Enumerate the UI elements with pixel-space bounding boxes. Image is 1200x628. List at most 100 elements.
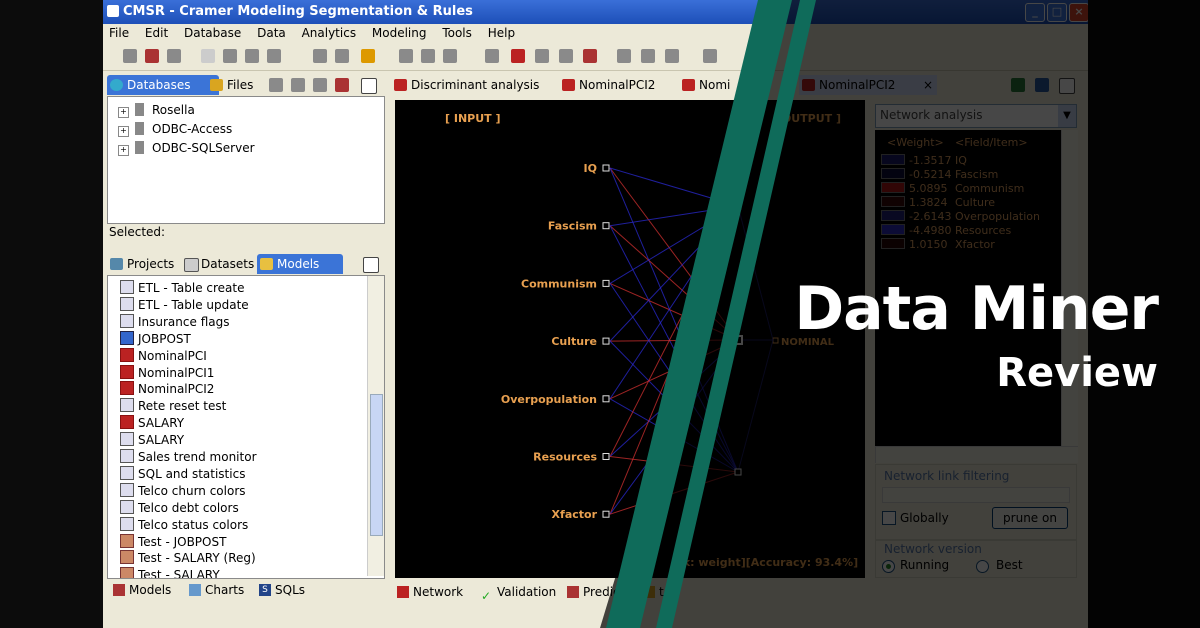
paste-icon[interactable] [267,49,281,63]
prune-button[interactable]: prune on [992,507,1068,529]
menu-file[interactable]: File [103,24,135,42]
scroll-thumb[interactable] [370,394,383,536]
tab-validation[interactable]: ✓ Validation [479,582,577,603]
input-node[interactable] [602,453,610,460]
model-list-item[interactable]: Telco churn colors [120,482,246,500]
model-list-item[interactable]: ETL - Table update [120,296,249,314]
close-tab-icon[interactable]: × [923,75,933,95]
menu-edit[interactable]: Edit [139,24,174,42]
input-node[interactable] [602,337,610,345]
help-icon[interactable] [363,257,379,273]
pencil-icon[interactable] [583,49,597,63]
menu-data[interactable]: Data [251,24,292,42]
input-node[interactable] [602,222,610,230]
model-list-item[interactable]: Telco debt colors [120,499,239,517]
minimize-icon[interactable]: _ [1025,3,1045,22]
hidden-node[interactable] [733,335,743,345]
save-icon[interactable] [123,49,137,63]
matrix-icon[interactable] [535,49,549,63]
tab-notes[interactable]: tes [641,582,709,602]
best-radio[interactable] [976,560,989,573]
expand-icon[interactable]: + [118,107,129,118]
tab-prediction[interactable]: Predic [565,582,643,602]
running-radio[interactable] [882,560,895,573]
db-icon[interactable] [313,49,327,63]
cut-icon[interactable] [223,49,237,63]
model-list-item[interactable]: ETL - Table create [120,280,245,297]
input-node[interactable] [602,395,610,403]
expand-icon[interactable]: + [118,126,129,137]
copy-icon[interactable] [245,49,259,63]
model-list-item[interactable]: SALARY [120,432,184,449]
model-list-item[interactable]: SALARY [120,415,184,432]
help-icon[interactable] [1059,78,1075,94]
new-icon[interactable] [201,49,215,63]
filter-slider[interactable] [882,487,1070,503]
help-icon[interactable] [361,78,377,94]
expand-icon[interactable]: + [118,145,129,156]
menu-help[interactable]: Help [482,24,521,42]
model-list-item[interactable]: NominalPCI [120,347,207,365]
tab-databases[interactable]: Databases [107,75,219,95]
chevron-down-icon[interactable]: ▼ [1058,105,1076,127]
tree-item[interactable]: + ODBC-SQLServer [118,141,255,156]
input-node[interactable] [602,279,610,287]
globally-checkbox[interactable] [882,511,896,525]
close-icon[interactable]: × [1069,3,1088,22]
model-list-item[interactable]: NominalPCI1 [120,364,214,382]
tab-discriminant[interactable]: Discriminant analysis [391,75,569,95]
tab-nominal[interactable]: Nomi [679,75,789,95]
model-list-item[interactable]: Test - JOBPOST [120,533,226,551]
folder-icon[interactable] [361,49,375,63]
tab-charts[interactable]: Charts [187,580,267,600]
model-list-item[interactable]: Telco status colors [120,516,248,534]
export-icon[interactable] [703,49,717,63]
model-list-item[interactable]: Test - SALARY [120,567,220,578]
tab-network[interactable]: Network [395,582,483,602]
menu-analytics[interactable]: Analytics [296,24,363,42]
edit-icon[interactable] [145,49,159,63]
tab-models-bottom[interactable]: Models [111,580,195,600]
rules-icon[interactable] [617,49,631,63]
edit-db-icon[interactable] [335,78,349,92]
model-list-item[interactable]: Test - SALARY (Reg) [120,550,256,567]
table-icon[interactable] [335,49,349,63]
menu-tools[interactable]: Tools [436,24,478,42]
model-list-item[interactable]: SQL and statistics [120,465,245,483]
scrollbar[interactable] [367,276,384,576]
maximize-icon[interactable]: □ [1047,3,1067,22]
tab-nominalpci2[interactable]: NominalPCI2 [559,75,689,95]
model-list-item[interactable]: JOBPOST [120,330,191,348]
import-icon[interactable] [313,78,327,92]
tab-models[interactable]: Models [257,254,343,274]
tree-icon[interactable] [399,49,413,63]
tree-item[interactable]: + ODBC-Access [118,122,232,137]
model-list-item[interactable]: Rete reset test [120,398,226,415]
rules3-icon[interactable] [665,49,679,63]
maximize-view-icon[interactable] [1011,78,1025,92]
rules2-icon[interactable] [641,49,655,63]
hidden-node[interactable] [734,202,742,210]
layout-icon[interactable] [485,49,499,63]
print-icon[interactable] [167,49,181,63]
connect-icon[interactable] [291,78,305,92]
menu-modeling[interactable]: Modeling [366,24,433,42]
input-node[interactable] [602,164,610,172]
report-icon[interactable] [559,49,573,63]
refresh-icon[interactable] [269,78,283,92]
analysis-dropdown[interactable]: Network analysis ▼ [875,104,1077,128]
model-list-item[interactable]: Sales trend monitor [120,449,257,466]
model-list-item[interactable]: NominalPCI2 [120,381,214,398]
hidden-node[interactable] [734,468,742,476]
model-list-item[interactable]: Insurance flags [120,313,229,331]
menu-database[interactable]: Database [178,24,247,42]
tab-sqls[interactable]: S SQLs [257,580,327,600]
zoom-icon[interactable] [443,49,457,63]
input-node[interactable] [602,510,610,518]
network-icon[interactable] [511,49,525,63]
grid-icon[interactable] [421,49,435,63]
tab-nominalpci2-active[interactable]: NominalPCI2 × [799,75,937,95]
expand-view-icon[interactable] [1035,78,1049,92]
legend-hscrollbar[interactable] [875,446,1078,463]
tree-item[interactable]: + Rosella [118,103,195,118]
